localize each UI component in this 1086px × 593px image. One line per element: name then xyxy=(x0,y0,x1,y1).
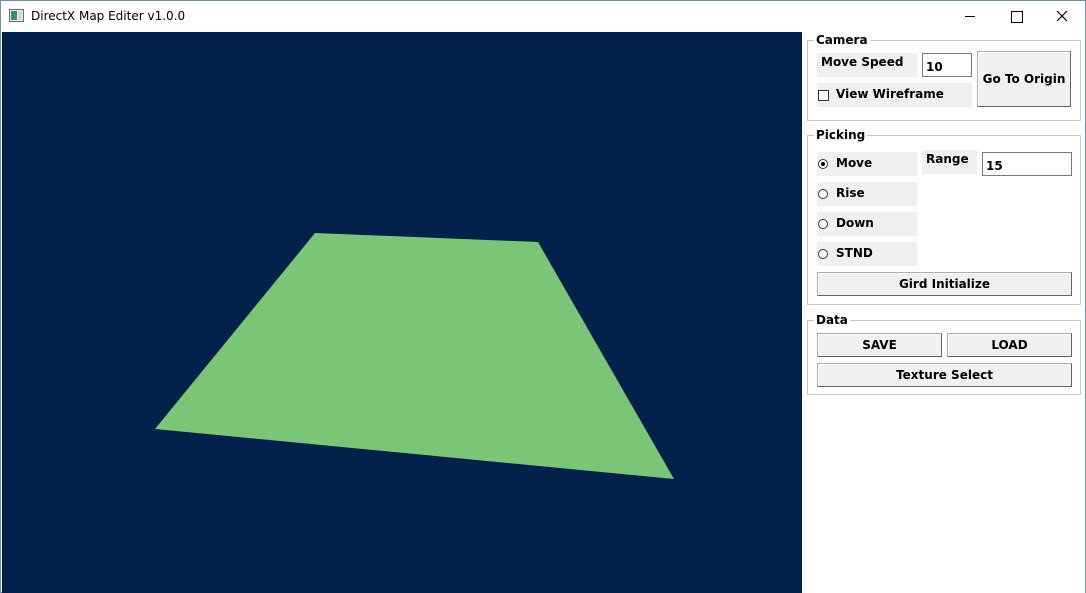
picking-mode-stnd[interactable]: STND xyxy=(817,242,917,266)
picking-mode-rise[interactable]: Rise xyxy=(817,182,917,206)
stnd-radio[interactable] xyxy=(818,249,828,259)
data-group: Data SAVE LOAD Texture Select xyxy=(807,312,1081,395)
rise-radio[interactable] xyxy=(818,189,828,199)
camera-group-title: Camera xyxy=(814,32,870,48)
save-label: SAVE xyxy=(862,338,897,352)
window-title: DirectX Map Editer v1.0.0 xyxy=(31,9,186,23)
range-input[interactable] xyxy=(982,152,1072,176)
camera-group: Camera Move Speed View Wireframe Go To O… xyxy=(807,32,1081,121)
load-label: LOAD xyxy=(991,338,1028,352)
picking-group: Picking Move Rise Down STND Range Gird I… xyxy=(807,127,1081,305)
grid-initialize-button[interactable]: Gird Initialize xyxy=(817,272,1072,296)
terrain-plane[interactable] xyxy=(155,233,674,479)
move-speed-label: Move Speed xyxy=(817,53,917,77)
data-group-title: Data xyxy=(814,312,850,328)
view-wireframe-row[interactable]: View Wireframe xyxy=(817,83,972,107)
load-button[interactable]: LOAD xyxy=(947,333,1072,357)
range-label: Range xyxy=(922,150,977,174)
go-to-origin-button[interactable]: Go To Origin xyxy=(977,51,1071,107)
title-bar[interactable]: DirectX Map Editer v1.0.0 xyxy=(1,1,1085,32)
stnd-label: STND xyxy=(836,246,873,260)
terrain-scene xyxy=(155,233,674,479)
texture-select-label: Texture Select xyxy=(896,368,993,382)
maximize-button[interactable] xyxy=(993,1,1039,32)
control-panel: Camera Move Speed View Wireframe Go To O… xyxy=(802,32,1085,593)
grid-initialize-label: Gird Initialize xyxy=(898,277,991,291)
picking-mode-move[interactable]: Move xyxy=(817,152,917,176)
go-to-origin-label: Go To Origin xyxy=(982,72,1066,86)
texture-select-button[interactable]: Texture Select xyxy=(817,363,1072,387)
close-button[interactable] xyxy=(1039,1,1085,32)
move-radio[interactable] xyxy=(818,159,828,169)
move-label: Move xyxy=(836,156,873,170)
picking-mode-down[interactable]: Down xyxy=(817,212,917,236)
view-wireframe-label: View Wireframe xyxy=(836,87,944,101)
move-speed-input[interactable] xyxy=(922,53,972,77)
app-window: DirectX Map Editer v1.0.0 Camera Move Sp… xyxy=(0,0,1086,593)
render-viewport[interactable] xyxy=(2,32,802,593)
down-label: Down xyxy=(836,216,874,230)
minimize-button[interactable] xyxy=(947,1,993,32)
app-icon xyxy=(9,9,24,22)
view-wireframe-checkbox[interactable] xyxy=(818,90,829,101)
save-button[interactable]: SAVE xyxy=(817,333,942,357)
rise-label: Rise xyxy=(836,186,865,200)
down-radio[interactable] xyxy=(818,219,828,229)
close-icon xyxy=(1056,10,1068,22)
picking-group-title: Picking xyxy=(814,127,868,143)
